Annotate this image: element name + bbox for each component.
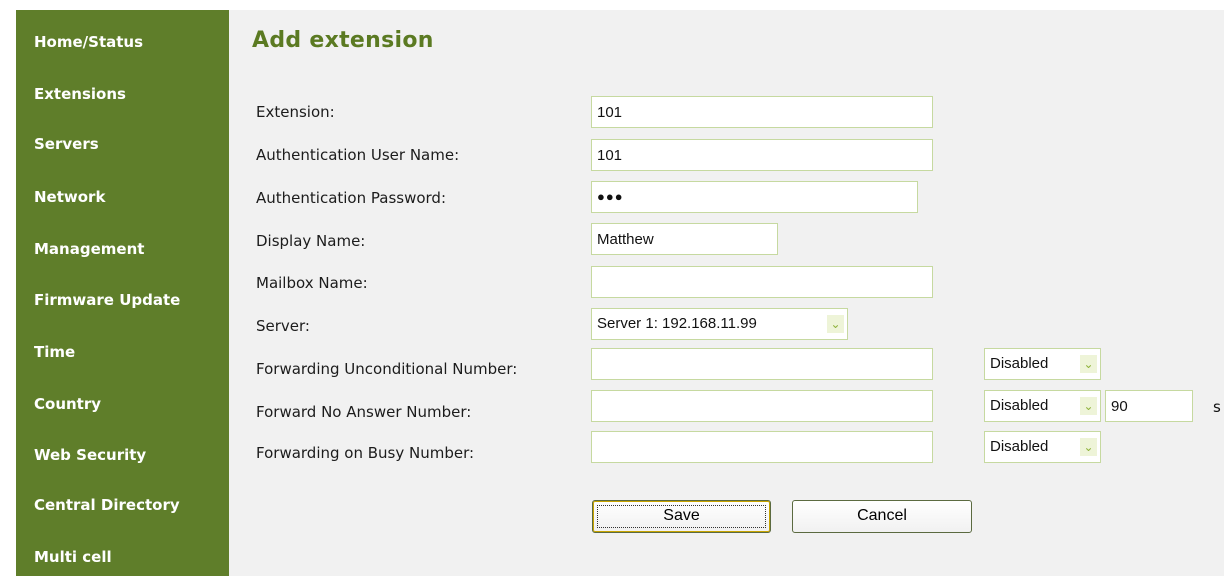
chevron-down-icon: ⌄ [1080, 438, 1097, 456]
sidebar-item-home-status[interactable]: Home/Status [34, 33, 143, 51]
fwd-busy-label: Forwarding on Busy Number: [256, 444, 475, 462]
chevron-down-icon: ⌄ [1080, 355, 1097, 373]
fwd-no-answer-mode-value: Disabled [990, 397, 1049, 414]
fwd-busy-mode-select[interactable]: Disabled ⌄ [984, 431, 1101, 463]
chevron-down-icon: ⌄ [1080, 397, 1097, 415]
sidebar-item-time[interactable]: Time [34, 343, 75, 361]
extension-label: Extension: [256, 103, 335, 121]
fwd-busy-mode-value: Disabled [990, 438, 1049, 455]
mailbox-name-field[interactable] [591, 266, 933, 298]
fwd-unconditional-field[interactable] [591, 348, 933, 380]
content-panel: Add extension Extension: Authentication … [229, 10, 1224, 576]
sidebar-item-management[interactable]: Management [34, 240, 144, 258]
fwd-no-answer-field[interactable] [591, 390, 933, 422]
server-label: Server: [256, 317, 310, 335]
fwd-unconditional-label: Forwarding Unconditional Number: [256, 360, 518, 378]
fwd-busy-field[interactable] [591, 431, 933, 463]
fwd-no-answer-label: Forward No Answer Number: [256, 403, 472, 421]
server-select[interactable]: Server 1: 192.168.11.99 ⌄ [591, 308, 848, 340]
sidebar-item-servers[interactable]: Servers [34, 135, 99, 153]
sidebar-item-web-security[interactable]: Web Security [34, 446, 146, 464]
sidebar-item-country[interactable]: Country [34, 395, 101, 413]
save-button[interactable]: Save [592, 500, 771, 533]
chevron-down-icon: ⌄ [827, 315, 844, 333]
cancel-button[interactable]: Cancel [792, 500, 972, 533]
sidebar-item-firmware-update[interactable]: Firmware Update [34, 291, 180, 309]
auth-user-label: Authentication User Name: [256, 146, 460, 164]
sidebar-item-network[interactable]: Network [34, 188, 105, 206]
page-title: Add extension [252, 28, 434, 53]
sidebar-item-extensions[interactable]: Extensions [34, 85, 126, 103]
auth-password-label: Authentication Password: [256, 189, 446, 207]
mailbox-name-label: Mailbox Name: [256, 274, 368, 292]
cancel-button-label: Cancel [857, 507, 907, 524]
extension-field[interactable] [591, 96, 933, 128]
sidebar-nav: Home/Status Extensions Servers Network M… [16, 10, 229, 576]
sidebar-item-central-directory[interactable]: Central Directory [34, 496, 180, 514]
display-name-field[interactable] [591, 223, 778, 255]
server-select-value: Server 1: 192.168.11.99 [597, 315, 757, 332]
fwd-no-answer-timeout-field[interactable] [1105, 390, 1193, 422]
sidebar-item-multi-cell[interactable]: Multi cell [34, 548, 112, 566]
timeout-unit-label: s [1213, 398, 1221, 416]
fwd-no-answer-mode-select[interactable]: Disabled ⌄ [984, 390, 1101, 422]
auth-password-field[interactable]: ●●● [591, 181, 918, 213]
display-name-label: Display Name: [256, 232, 366, 250]
fwd-unconditional-mode-value: Disabled [990, 355, 1049, 372]
auth-user-field[interactable] [591, 139, 933, 171]
fwd-unconditional-mode-select[interactable]: Disabled ⌄ [984, 348, 1101, 380]
focus-ring [597, 505, 766, 528]
